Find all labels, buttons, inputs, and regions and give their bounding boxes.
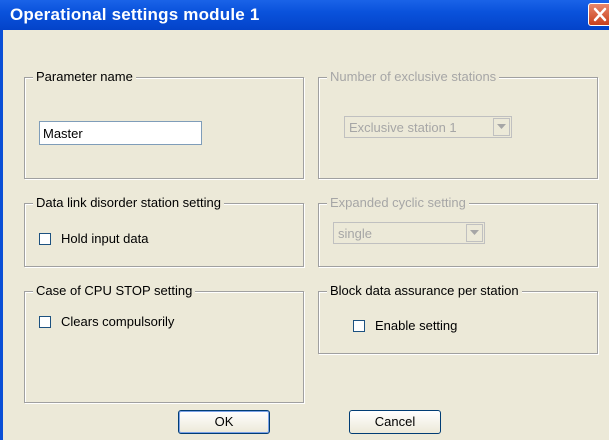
clears-compulsorily-label: Clears compulsorily — [61, 314, 175, 329]
data-link-disorder-legend: Data link disorder station setting — [33, 195, 224, 210]
parameter-name-input[interactable]: Master — [39, 121, 202, 145]
parameter-name-legend: Parameter name — [33, 69, 136, 84]
enable-setting-label: Enable setting — [375, 318, 458, 333]
data-link-disorder-group: Data link disorder station setting Hold … — [24, 195, 304, 267]
expanded-cyclic-legend: Expanded cyclic setting — [327, 195, 469, 210]
expanded-cyclic-group: Expanded cyclic setting single — [318, 195, 598, 267]
checkbox-box[interactable] — [39, 315, 51, 328]
expanded-cyclic-value: single — [338, 226, 372, 241]
clears-compulsorily-checkbox[interactable]: Clears compulsorily — [39, 314, 174, 329]
checkbox-box[interactable] — [39, 232, 51, 245]
exclusive-stations-legend: Number of exclusive stations — [327, 69, 500, 84]
checkbox-box[interactable] — [353, 319, 365, 332]
window-border — [0, 30, 3, 440]
exclusive-stations-select[interactable]: Exclusive station 1 — [344, 116, 512, 138]
chevron-down-icon — [470, 230, 479, 235]
exclusive-stations-group: Number of exclusive stations Exclusive s… — [318, 69, 598, 179]
hold-input-data-checkbox[interactable]: Hold input data — [39, 231, 148, 246]
exclusive-stations-value: Exclusive station 1 — [349, 120, 457, 135]
close-button[interactable] — [588, 3, 609, 26]
cpu-stop-group: Case of CPU STOP setting Clears compulso… — [24, 283, 304, 403]
ok-button[interactable]: OK — [178, 410, 270, 434]
parameter-name-group: Parameter name Master — [24, 69, 304, 179]
enable-setting-checkbox[interactable]: Enable setting — [353, 318, 457, 333]
cpu-stop-legend: Case of CPU STOP setting — [33, 283, 196, 298]
close-icon — [593, 7, 607, 22]
expanded-cyclic-dropdown-button[interactable] — [466, 224, 483, 242]
title-bar[interactable]: Operational settings module 1 — [0, 0, 609, 30]
expanded-cyclic-select[interactable]: single — [333, 222, 485, 244]
dialog-window: Operational settings module 1 Parameter … — [0, 0, 609, 440]
window-title: Operational settings module 1 — [10, 5, 260, 24]
cancel-button[interactable]: Cancel — [349, 410, 441, 434]
chevron-down-icon — [497, 124, 506, 129]
block-assurance-legend: Block data assurance per station — [327, 283, 522, 298]
hold-input-data-label: Hold input data — [61, 231, 149, 246]
block-assurance-group: Block data assurance per station Enable … — [318, 283, 598, 354]
exclusive-stations-dropdown-button[interactable] — [493, 118, 510, 136]
